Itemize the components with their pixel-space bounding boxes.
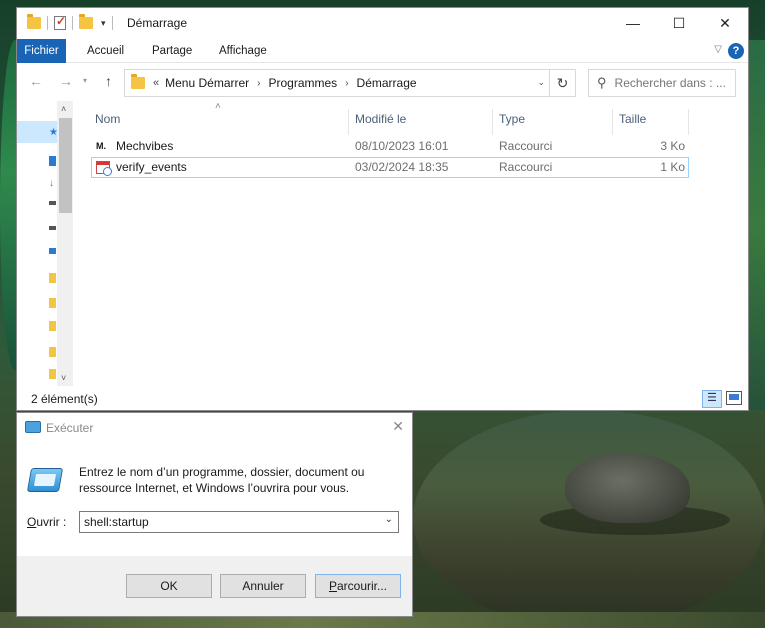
quick-access-toolbar: ▾ [27, 14, 119, 32]
status-bar: 2 élément(s) [17, 388, 748, 410]
item-count: 2 élément(s) [31, 392, 98, 406]
column-header-modified[interactable]: Modifié le [349, 109, 493, 135]
breadcrumb-start-menu[interactable]: Menu Démarrer [165, 76, 249, 90]
run-app-icon [25, 421, 41, 433]
drive-icon[interactable] [49, 226, 56, 230]
run-description: Entrez le nom d’un programme, dossier, d… [79, 465, 365, 495]
close-button[interactable]: ✕ [702, 8, 748, 39]
run-body: Entrez le nom d’un programme, dossier, d… [17, 442, 412, 556]
address-overflow[interactable]: « [153, 77, 159, 89]
file-row[interactable]: verify_events 03/02/2024 18:35 Raccourci… [91, 157, 689, 178]
folder-icon[interactable] [49, 273, 56, 283]
navigation-pane: ★ ↓ ˄ ˅ [17, 101, 73, 386]
dialog-title: Exécuter [46, 421, 94, 435]
help-icon[interactable]: ? [728, 43, 744, 59]
file-explorer-window: ▾ Démarrage — ☐ ✕ Fichier Accueil Partag… [16, 7, 749, 411]
tab-share[interactable]: Partage [152, 39, 192, 63]
folder-icon[interactable] [49, 298, 56, 308]
calendar-shortcut-icon [96, 161, 112, 176]
desktop-icon[interactable] [49, 156, 56, 166]
breadcrumb-programs[interactable]: Programmes [269, 76, 338, 90]
ribbon-tabs: Fichier Accueil Partage Affichage ▽ ? [17, 39, 748, 63]
ok-button[interactable]: OK [126, 574, 212, 598]
search-input[interactable] [614, 76, 725, 90]
file-size: 3 Ko [660, 139, 685, 153]
navigation-bar: ← → ▾ ↑ « Menu Démarrer › Programmes › D… [17, 63, 748, 101]
new-folder-icon[interactable] [79, 14, 93, 29]
browse-button[interactable]: Parcourir... [315, 574, 401, 598]
large-icons-view-icon[interactable] [726, 391, 742, 405]
column-header-size[interactable]: Taille [613, 109, 689, 135]
up-arrow-icon[interactable]: ↑ [105, 73, 112, 89]
run-app-icon [26, 468, 64, 492]
divider [111, 16, 113, 30]
customize-quick-access-icon[interactable]: ▾ [101, 18, 106, 29]
expand-ribbon-icon[interactable]: ▽ [714, 44, 722, 55]
drive-icon[interactable] [49, 201, 56, 205]
star-icon[interactable]: ★ [49, 127, 58, 138]
back-arrow-icon[interactable]: ← [29, 73, 43, 89]
details-view-icon[interactable] [702, 390, 722, 408]
download-icon[interactable]: ↓ [49, 178, 56, 189]
explorer-titlebar[interactable]: ▾ Démarrage — ☐ ✕ [17, 8, 748, 39]
file-type: Raccourci [499, 160, 553, 174]
file-type: Raccourci [499, 139, 553, 153]
open-input[interactable] [84, 515, 374, 529]
cancel-button[interactable]: Annuler [220, 574, 306, 598]
open-combobox[interactable]: ⌄ [79, 511, 399, 533]
search-box[interactable]: ⚲ [588, 69, 736, 97]
mechvibes-icon: M. [96, 141, 106, 151]
run-dialog: Exécuter ✕ Entrez le nom d’un programme,… [16, 412, 413, 617]
column-header-name[interactable]: Nom [89, 109, 349, 135]
close-icon[interactable]: ✕ [392, 418, 404, 435]
window-title: Démarrage [127, 16, 188, 30]
minimize-button[interactable]: — [610, 8, 656, 39]
folder-icon[interactable] [49, 321, 56, 331]
scrollbar-thumb[interactable] [59, 118, 72, 213]
wallpaper-foliage-right [749, 40, 765, 410]
chevron-down-icon[interactable]: ˅ [61, 373, 66, 383]
file-modified: 08/10/2023 16:01 [355, 139, 449, 153]
breadcrumb-startup[interactable]: Démarrage [357, 76, 417, 90]
search-icon: ⚲ [597, 75, 607, 90]
tab-view[interactable]: Affichage [219, 39, 267, 63]
refresh-icon[interactable]: ↻ [549, 70, 575, 96]
folder-icon [131, 74, 145, 89]
divider [72, 16, 73, 30]
file-name: Mechvibes [116, 139, 174, 153]
chevron-down-icon[interactable]: ⌄ [537, 77, 545, 88]
column-header-type[interactable]: Type [493, 109, 613, 135]
divider [47, 16, 48, 30]
properties-icon[interactable] [54, 14, 66, 30]
address-bar[interactable]: « Menu Démarrer › Programmes › Démarrage… [124, 69, 576, 97]
chevron-down-icon[interactable]: ⌄ [385, 514, 393, 525]
recent-locations-icon[interactable]: ▾ [83, 76, 87, 85]
folder-icon [27, 14, 41, 29]
chevron-right-icon[interactable]: › [257, 78, 260, 89]
network-icon[interactable] [49, 248, 56, 254]
file-name: verify_events [116, 160, 187, 174]
open-label: Ouvrir : [27, 515, 67, 529]
forward-arrow-icon[interactable]: → [59, 73, 73, 89]
tab-file[interactable]: Fichier [17, 39, 66, 63]
wallpaper-rock [565, 453, 690, 523]
folder-icon[interactable] [49, 369, 56, 379]
tab-home[interactable]: Accueil [87, 39, 124, 63]
maximize-button[interactable]: ☐ [656, 8, 702, 39]
file-size: 1 Ko [660, 160, 685, 174]
file-modified: 03/02/2024 18:35 [355, 160, 449, 174]
folder-icon[interactable] [49, 347, 56, 357]
file-row[interactable]: M. Mechvibes 08/10/2023 16:01 Raccourci … [91, 136, 689, 157]
chevron-right-icon[interactable]: › [345, 78, 348, 89]
file-list: ˄ Nom Modifié le Type Taille M. Mechvibe… [73, 101, 750, 386]
chevron-up-icon[interactable]: ˄ [61, 104, 66, 114]
run-titlebar[interactable]: Exécuter ✕ [17, 413, 412, 442]
